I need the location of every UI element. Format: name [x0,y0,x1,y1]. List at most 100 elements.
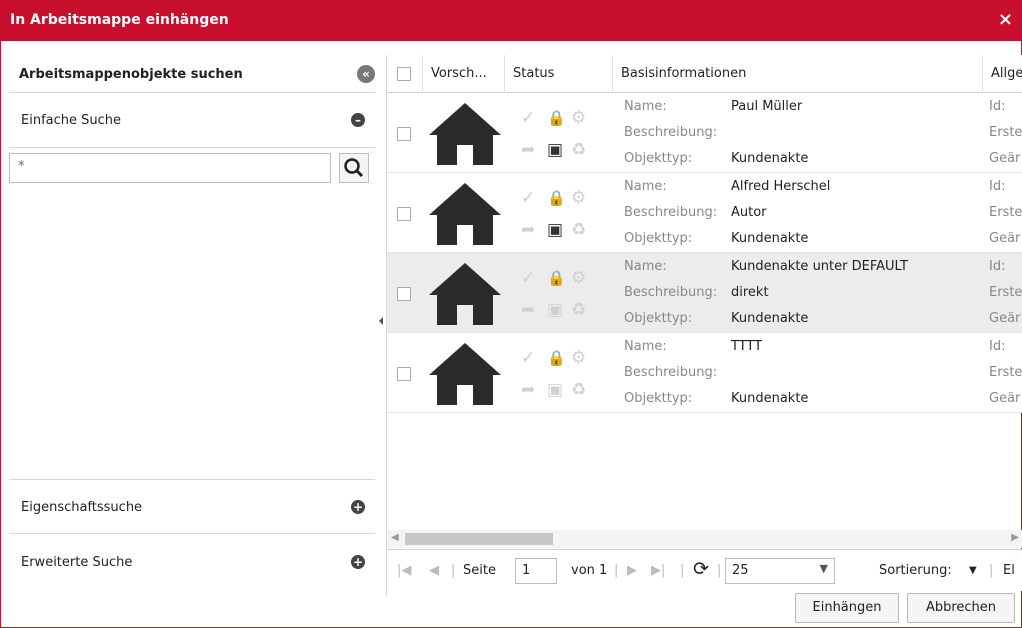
forward-icon: ➦ [521,300,536,320]
recycle-icon: ♻ [571,220,587,240]
search-panel-header: Arbeitsmappenobjekte suchen « [9,55,375,93]
house-icon [429,343,501,405]
row-checkbox[interactable] [397,207,411,221]
last-page-icon[interactable]: ▶| [651,563,665,578]
description-label: Beschreibung: [624,365,718,380]
grid-header: Vorsch... Status Basisinformationen Allg… [387,55,1022,93]
type-value: Kundenakte [731,151,809,166]
general-created: Erste [989,365,1022,380]
type-value: Kundenakte [731,391,809,406]
name-value: TTTT [731,339,763,354]
column-status[interactable]: Status [505,55,613,93]
simple-search-label: Einfache Suche [21,113,122,128]
pager-extra: El [1003,563,1015,578]
name-value: Paul Müller [731,99,803,114]
table-row[interactable]: ✓ 🔒 ⚙ ➦ ▣ ♻ Name: Paul Müller Beschreibung: Objek… [387,93,1022,173]
check-icon: ✓ [521,348,536,368]
table-row[interactable]: ✓ 🔒 ⚙ ➦ ▣ ♻ Name: Kundenakte unter DEFAULT Besch… [387,253,1022,333]
sort-dropdown-icon[interactable]: ▼ [969,565,977,576]
name-label: Name: [624,339,667,354]
prev-page-icon[interactable]: ◀ [429,563,439,578]
property-search-label: Eigenschaftssuche [21,500,143,515]
name-value: Kundenakte unter DEFAULT [731,259,908,274]
search-button[interactable] [339,153,369,183]
gear-icon: ⚙ [571,348,587,368]
description-label: Beschreibung: [624,125,718,140]
name-label: Name: [624,99,667,114]
splitter-handle[interactable] [377,301,385,341]
search-icon [344,158,364,178]
select-all-checkbox[interactable] [397,67,411,81]
general-changed: Geär [989,231,1021,246]
description-label: Beschreibung: [624,205,718,220]
general-created: Erste [989,285,1022,300]
check-icon: ✓ [521,188,536,208]
dialog-title: In Arbeitsmappe einhängen [10,12,229,28]
simple-search-section[interactable]: Einfache Suche – [9,93,375,148]
search-input[interactable]: * [9,153,331,183]
results-grid: Vorsch... Status Basisinformationen Allg… [386,55,1022,596]
page-size-select[interactable]: 25 ▼ [725,558,835,584]
plus-icon[interactable]: + [351,555,365,569]
house-icon [429,103,501,165]
general-id: Id: [989,99,1006,114]
table-row[interactable]: ✓ 🔒 ⚙ ➦ ▣ ♻ Name: Alfred Herschel Beschreibung: A… [387,173,1022,253]
type-label: Objekttyp: [624,231,693,246]
lock-icon: 🔒 [547,269,566,287]
page-label: Seite [463,563,496,578]
cancel-button[interactable]: Abbrechen [907,593,1015,623]
general-id: Id: [989,339,1006,354]
page-size-value: 25 [732,563,749,578]
gear-icon: ⚙ [571,268,587,288]
general-changed: Geär [989,311,1021,326]
horizontal-scrollbar[interactable]: ◀ ▶ [387,530,1022,548]
recycle-icon: ♻ [571,140,587,160]
forward-icon: ➦ [521,380,536,400]
forward-icon: ➦ [521,220,536,240]
type-value: Kundenakte [731,231,809,246]
row-checkbox[interactable] [397,127,411,141]
column-general[interactable]: Allge [983,55,1022,93]
collapse-icon[interactable]: « [357,65,375,83]
clipboard-icon: ▣ [547,380,564,400]
type-label: Objekttyp: [624,311,693,326]
check-icon: ✓ [521,268,536,288]
clipboard-icon: ▣ [547,220,564,240]
row-checkbox[interactable] [397,367,411,381]
first-page-icon[interactable]: |◀ [397,563,411,578]
dialog-titlebar: In Arbeitsmappe einhängen × [1,1,1021,41]
close-icon[interactable]: × [998,10,1013,30]
general-created: Erste [989,205,1022,220]
general-created: Erste [989,125,1022,140]
page-input[interactable]: 1 [515,558,557,584]
clipboard-icon: ▣ [547,300,564,320]
column-preview[interactable]: Vorsch... [423,55,505,93]
clipboard-icon: ▣ [547,140,564,160]
check-icon: ✓ [521,108,536,128]
name-value: Alfred Herschel [731,179,831,194]
next-page-icon[interactable]: ▶ [627,563,637,578]
gear-icon: ⚙ [571,188,587,208]
extended-search-section[interactable]: Erweiterte Suche + [9,535,375,590]
name-label: Name: [624,179,667,194]
recycle-icon: ♻ [571,380,587,400]
scrollbar-thumb[interactable] [405,533,553,545]
general-id: Id: [989,179,1006,194]
lock-icon: 🔒 [547,349,566,367]
type-label: Objekttyp: [624,151,693,166]
table-row[interactable]: ✓ 🔒 ⚙ ➦ ▣ ♻ Name: TTTT Beschreibung: Objekttyp: Ku… [387,333,1022,413]
minus-icon[interactable]: – [351,113,365,127]
property-search-section[interactable]: Eigenschaftssuche + [9,479,375,534]
general-id: Id: [989,259,1006,274]
attach-button[interactable]: Einhängen [795,593,899,623]
description-value: Autor [731,205,767,220]
sort-label[interactable]: Sortierung: [879,563,952,578]
plus-icon[interactable]: + [351,500,365,514]
general-changed: Geär [989,391,1021,406]
pagination-bar: |◀ ◀ | Seite 1 von 1 | ▶ ▶| | ⟳ | 25 ▼ S… [387,549,1022,591]
general-changed: Geär [989,151,1021,166]
refresh-icon[interactable]: ⟳ [693,558,709,580]
column-basic-info[interactable]: Basisinformationen [613,55,983,93]
row-checkbox[interactable] [397,287,411,301]
house-icon [429,263,501,325]
